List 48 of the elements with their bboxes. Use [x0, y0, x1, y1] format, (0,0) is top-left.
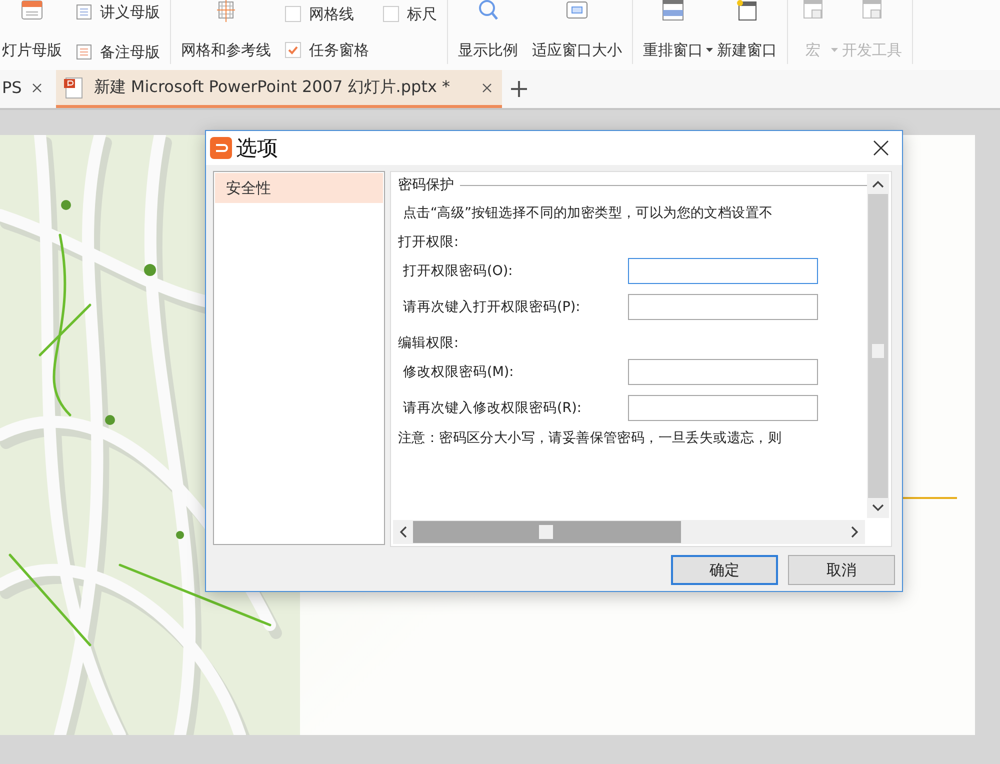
checkbox[interactable]: 任务窗格 [283, 36, 371, 64]
checkbox[interactable]: 网格线 [283, 0, 371, 28]
ribbon-button[interactable]: 新建窗口 [715, 0, 779, 64]
scroll-right-icon[interactable] [851, 526, 859, 538]
ribbon-button[interactable]: 适应窗口大小 [530, 0, 624, 64]
field-label: 修改权限密码(M): [402, 363, 515, 381]
group-label: 编辑权限: [398, 334, 460, 353]
app-logo-icon [210, 137, 232, 159]
field-label: 请再次键入修改权限密码(R): [402, 399, 582, 417]
password-field[interactable] [628, 294, 818, 320]
page-icon [76, 4, 92, 20]
close-icon[interactable] [482, 82, 492, 92]
horizontal-scrollbar[interactable] [393, 520, 865, 544]
ribbon-button[interactable]: 重排窗口 [641, 0, 705, 64]
ribbon-button[interactable]: 讲义母版 [74, 0, 162, 24]
document-tab[interactable]: 新建 Microsoft PowerPoint 2007 幻灯片.pptx * [56, 70, 502, 108]
dialog-button[interactable]: 确定 [671, 555, 778, 585]
dialog-button[interactable]: 取消 [788, 555, 895, 585]
password-field[interactable] [628, 395, 818, 421]
scroll-up-icon[interactable] [872, 180, 884, 188]
close-icon[interactable] [32, 82, 42, 92]
page-icon [76, 44, 92, 60]
description-text: 点击“高级”按钮选择不同的加密类型，可以为您的文档设置不 [403, 204, 774, 223]
ribbon-button[interactable]: 显示比例 [456, 0, 520, 64]
scroll-thumb[interactable] [413, 521, 681, 543]
field-label: 打开权限密码(O): [402, 262, 514, 280]
field-label: 请再次键入打开权限密码(P): [402, 298, 582, 316]
ribbon-button[interactable]: 备注母版 [74, 40, 162, 64]
note-text: 注意：密码区分大小写，请妥善保管密码，一旦丢失或遗忘，则 [398, 429, 783, 447]
close-icon[interactable] [873, 140, 889, 156]
checkbox[interactable]: 标尺 [381, 0, 439, 28]
password-field[interactable] [628, 359, 818, 385]
group-label: 打开权限: [398, 233, 460, 252]
vertical-scrollbar[interactable] [867, 174, 889, 518]
password-field[interactable] [628, 258, 818, 284]
section-heading: 密码保护 [398, 176, 454, 194]
grip-icon [872, 344, 884, 358]
document-tab[interactable]: PS [0, 70, 52, 108]
category-item[interactable]: 安全性 [215, 173, 383, 203]
grip-icon [539, 525, 553, 539]
scroll-down-icon[interactable] [872, 504, 884, 512]
ribbon-button[interactable]: 网格和参考线 [179, 0, 273, 64]
add-tab-icon[interactable] [510, 80, 528, 98]
check-icon [287, 45, 299, 55]
dialog-title: 选项 [236, 135, 278, 162]
scroll-thumb[interactable] [868, 194, 888, 498]
scroll-left-icon[interactable] [399, 526, 407, 538]
ribbon-button[interactable]: 灯片母版 [0, 0, 64, 64]
